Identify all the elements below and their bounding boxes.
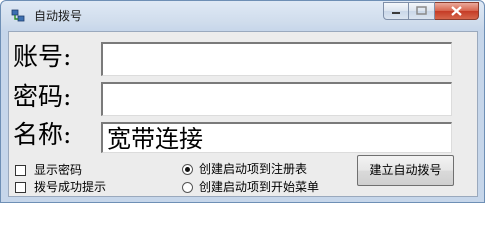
maximize-icon xyxy=(416,6,427,15)
create-to-registry-label: 创建启动项到注册表 xyxy=(199,162,308,176)
network-connection-icon xyxy=(11,9,25,22)
checkbox-box[interactable] xyxy=(15,164,26,176)
dial-success-prompt-checkbox[interactable]: 拨号成功提示 xyxy=(15,180,106,194)
checkbox-box[interactable] xyxy=(15,181,26,193)
radio-indicator[interactable] xyxy=(182,181,193,193)
dial-success-prompt-label: 拨号成功提示 xyxy=(34,180,107,194)
account-input[interactable] xyxy=(101,42,452,76)
main-window: 自动拨号 账号: 密码: 名称: 宽带连接 显示密码 拨号成功提示 创建启动项到… xyxy=(0,0,485,203)
close-icon xyxy=(451,6,462,16)
radio-selected-indicator[interactable] xyxy=(182,163,193,175)
connection-name-input[interactable]: 宽带连接 xyxy=(101,122,452,153)
create-auto-dial-button[interactable]: 建立自动拨号 xyxy=(357,155,454,186)
password-label: 密码: xyxy=(13,82,72,111)
create-to-startmenu-label: 创建启动项到开始菜单 xyxy=(199,180,320,194)
maximize-button[interactable] xyxy=(409,2,435,20)
minimize-button[interactable] xyxy=(383,2,409,20)
show-password-label: 显示密码 xyxy=(34,163,83,177)
create-to-registry-radio[interactable]: 创建启动项到注册表 xyxy=(182,162,307,176)
show-password-checkbox[interactable]: 显示密码 xyxy=(15,163,82,177)
create-to-startmenu-radio[interactable]: 创建启动项到开始菜单 xyxy=(182,180,319,194)
account-label: 账号: xyxy=(13,42,72,71)
caption-buttons xyxy=(383,2,479,21)
close-button[interactable] xyxy=(435,2,479,20)
minimize-icon xyxy=(392,12,400,14)
title-bar[interactable]: 自动拨号 xyxy=(1,1,484,31)
window-title: 自动拨号 xyxy=(34,9,83,23)
client-area: 账号: 密码: 名称: 宽带连接 显示密码 拨号成功提示 创建启动项到注册表 创… xyxy=(8,31,478,197)
password-input[interactable] xyxy=(101,82,452,116)
connection-name-label: 名称: xyxy=(13,120,72,149)
